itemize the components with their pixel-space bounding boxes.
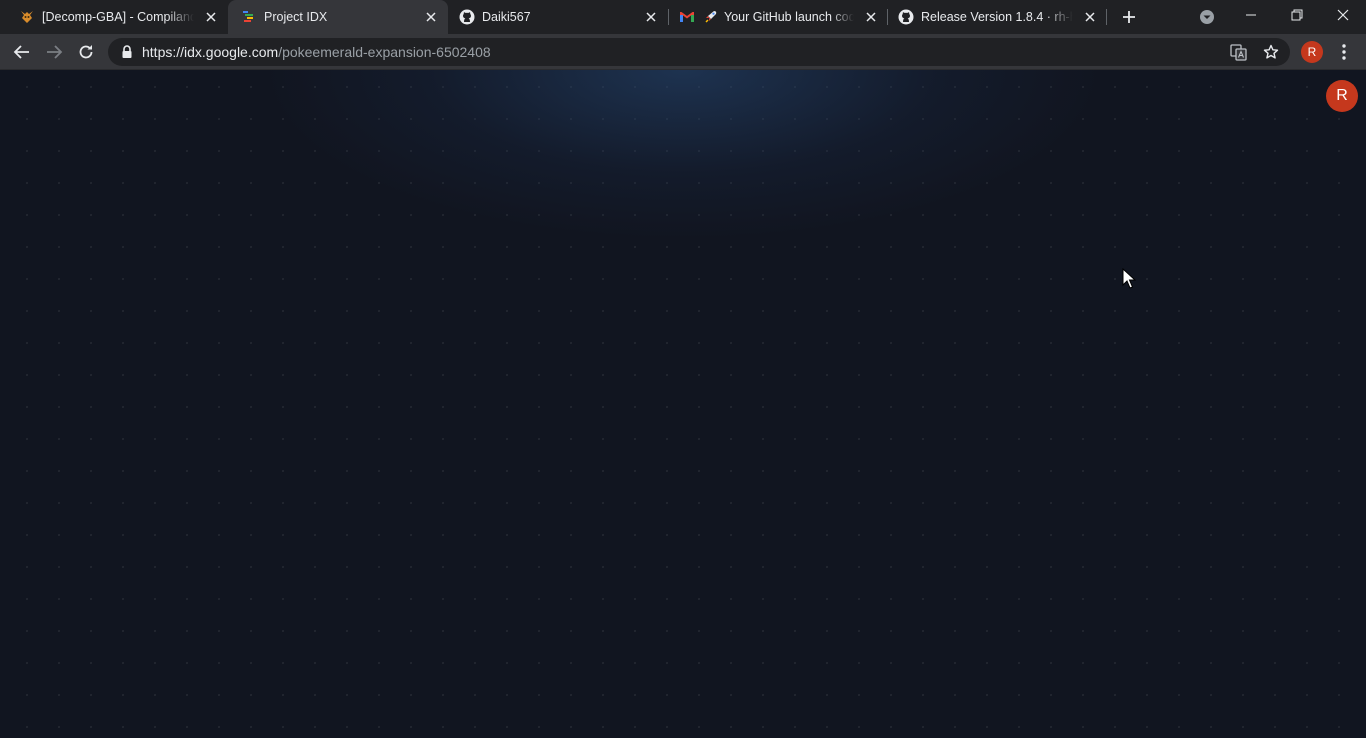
tab-title: Release Version 1.8.4 · rh-hideout bbox=[921, 10, 1073, 24]
close-icon[interactable] bbox=[204, 10, 218, 24]
back-arrow-icon[interactable] bbox=[12, 42, 32, 62]
tab-github-launch-code[interactable]: Your GitHub launch code bbox=[666, 0, 888, 34]
tab-decomp-gba[interactable]: [Decomp-GBA] - Compilando o pokeemerald bbox=[6, 0, 228, 34]
tab-project-idx[interactable]: Project IDX bbox=[228, 0, 448, 34]
restore-icon[interactable] bbox=[1274, 0, 1320, 30]
new-tab-plus-icon[interactable] bbox=[1120, 8, 1138, 26]
user-avatar[interactable]: R bbox=[1326, 80, 1358, 112]
url-path: /pokeemerald-expansion-6502408 bbox=[278, 44, 491, 60]
tab-title: [Decomp-GBA] - Compilando o pokeemerald bbox=[42, 10, 194, 24]
address-bar[interactable]: https://idx.google.com/pokeemerald-expan… bbox=[108, 38, 1290, 66]
window-close-icon[interactable] bbox=[1320, 0, 1366, 30]
browser-toolbar: https://idx.google.com/pokeemerald-expan… bbox=[0, 34, 1366, 70]
mouse-pointer-icon bbox=[1122, 267, 1137, 290]
tab-strip: [Decomp-GBA] - Compilando o pokeemerald … bbox=[0, 0, 1366, 34]
minimize-icon[interactable] bbox=[1228, 0, 1274, 30]
close-icon[interactable] bbox=[1083, 10, 1097, 24]
reload-icon[interactable] bbox=[76, 42, 96, 62]
url-host: https://idx.google.com bbox=[142, 44, 279, 60]
tab-search-chevron-icon[interactable] bbox=[1198, 8, 1216, 26]
tab-daiki567[interactable]: Daiki567 bbox=[446, 0, 668, 34]
tab-title: Project IDX bbox=[264, 10, 328, 24]
lock-icon[interactable] bbox=[121, 45, 133, 59]
close-icon[interactable] bbox=[864, 10, 878, 24]
url-text[interactable]: https://idx.google.com/pokeemerald-expan… bbox=[142, 45, 491, 60]
tab-separator bbox=[1106, 9, 1107, 25]
github-favicon-icon bbox=[898, 9, 914, 25]
tab-release-version[interactable]: Release Version 1.8.4 · rh-hideout bbox=[885, 0, 1107, 34]
rocket-icon bbox=[704, 9, 718, 25]
kebab-menu-icon[interactable] bbox=[1336, 42, 1352, 62]
gmail-favicon-icon bbox=[679, 9, 695, 25]
translate-icon[interactable] bbox=[1230, 44, 1247, 61]
decomp-favicon-icon bbox=[19, 9, 35, 25]
github-favicon-icon bbox=[459, 9, 475, 25]
forward-arrow-icon[interactable] bbox=[44, 42, 64, 62]
bookmark-star-icon[interactable] bbox=[1263, 44, 1279, 60]
tab-title: Daiki567 bbox=[482, 10, 531, 24]
project-idx-favicon-icon bbox=[241, 9, 257, 25]
close-icon[interactable] bbox=[424, 10, 438, 24]
tab-title: Your GitHub launch code bbox=[724, 10, 854, 24]
profile-avatar[interactable]: R bbox=[1301, 41, 1323, 63]
close-icon[interactable] bbox=[644, 10, 658, 24]
idx-loading-page bbox=[0, 70, 1366, 738]
